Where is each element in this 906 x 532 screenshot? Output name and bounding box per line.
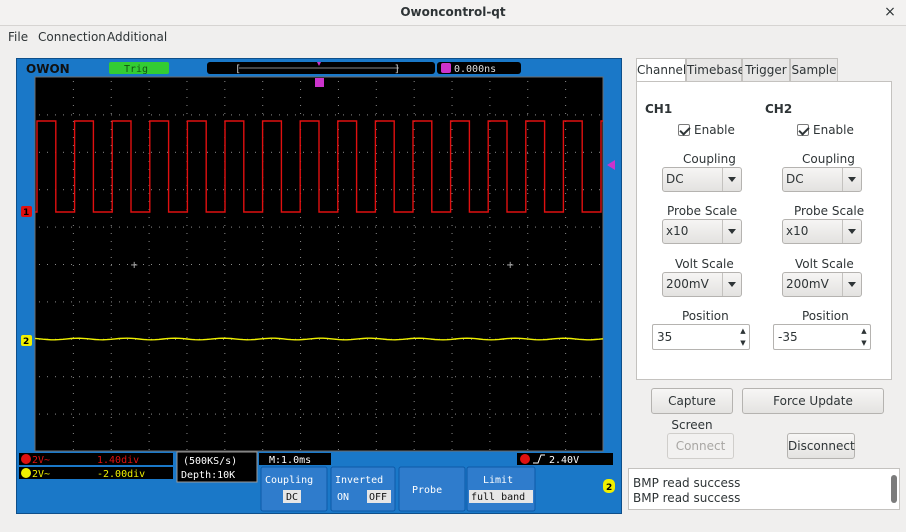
ch2-volt-select[interactable]: 200mV <box>782 272 862 297</box>
oscilloscope-screen: OWON Trig [ ] 0.000ns + + 1 2 2V~ 1.40div… <box>16 58 622 514</box>
depth: Depth:10K <box>181 470 235 481</box>
menu-file[interactable]: File <box>8 30 28 44</box>
softkey-limit-value: full band <box>471 492 525 503</box>
ch1-probe-select[interactable]: x10 <box>662 219 742 244</box>
chevron-down-icon <box>722 220 741 243</box>
spin-up-icon[interactable]: ▲ <box>737 325 749 337</box>
chevron-down-icon <box>722 273 741 296</box>
force-update-button[interactable]: Force Update <box>742 388 884 414</box>
softkey-inverted[interactable] <box>330 466 396 512</box>
ch1-volt-select[interactable]: 200mV <box>662 272 742 297</box>
ch2-probe-value: x10 <box>786 224 809 238</box>
ch2-readout-icon <box>21 468 31 478</box>
tab-channel[interactable]: Channel <box>636 58 686 83</box>
sample-rate: (500KS/s) <box>183 456 237 467</box>
softkey-limit[interactable] <box>466 466 536 512</box>
chevron-down-icon <box>842 168 861 191</box>
ch2-position-spinbox[interactable]: -35 ▲ ▼ <box>773 324 871 350</box>
softkey-limit-label: Limit <box>483 475 513 486</box>
chevron-down-icon <box>722 168 741 191</box>
ch1-volt-label: Volt Scale <box>675 257 734 271</box>
log-scrollbar[interactable] <box>891 475 897 503</box>
ch2-volt-value: 200mV <box>786 277 829 291</box>
softkey-coupling[interactable] <box>260 466 328 512</box>
ch1-coupling-select[interactable]: DC <box>662 167 742 192</box>
ch1-readout-icon <box>21 454 31 464</box>
ch2-position-label: Position <box>802 309 849 323</box>
softkey-coupling-value: DC <box>286 492 298 503</box>
memory-bracket-left: [ <box>235 64 241 75</box>
softkey-coupling-label: Coupling <box>265 475 313 486</box>
ch1-header: CH1 <box>645 102 673 116</box>
log-line: BMP read success <box>633 491 741 505</box>
trig-time-text: 0.000ns <box>454 64 496 75</box>
ch1-offset: 1.40div <box>97 455 139 466</box>
ch1-probe-value: x10 <box>666 224 689 238</box>
softkey-inverted-label: Inverted <box>335 475 383 486</box>
ch1-coupling-label: Coupling <box>683 152 736 166</box>
ch2-coupling-select[interactable]: DC <box>782 167 862 192</box>
svg-text:+: + <box>130 260 138 271</box>
title-bar: Owoncontrol-qt × <box>0 0 906 26</box>
ch1-scale: 2V~ <box>32 455 50 466</box>
trigger-level-marker <box>607 160 615 170</box>
ch2-coupling-label: Coupling <box>802 152 855 166</box>
softkey-probe-label: Probe <box>412 485 442 496</box>
connect-button[interactable]: Connect <box>667 433 734 459</box>
close-icon[interactable]: × <box>882 3 898 21</box>
ch1-position-spinbox[interactable]: 35 ▲ ▼ <box>652 324 750 350</box>
softkey-inverted-on: ON <box>337 492 349 503</box>
log-output[interactable]: BMP read success BMP read success <box>628 468 900 510</box>
ch1-position-label: Position <box>682 309 729 323</box>
spin-down-icon[interactable]: ▼ <box>737 337 749 349</box>
ch2-enable-label: Enable <box>813 123 854 137</box>
ch2-position-value: -35 <box>778 330 798 344</box>
ch1-probe-label: Probe Scale <box>667 204 738 218</box>
ch2-probe-label: Probe Scale <box>794 204 865 218</box>
menu-additional[interactable]: Additional <box>107 30 167 44</box>
svg-text:+: + <box>506 260 514 271</box>
memory-bracket-right: ] <box>394 64 400 75</box>
ch2-scale: 2V~ <box>32 469 50 480</box>
ch1-volt-value: 200mV <box>666 277 709 291</box>
trigger-time-marker <box>315 78 324 87</box>
channel-tab-pane: CH1 Enable Coupling DC Probe Scale x10 V… <box>636 81 892 380</box>
ch1-position-value: 35 <box>657 330 673 344</box>
control-panel: Channel Timebase Trigger Sample CH1 Enab… <box>636 58 892 380</box>
spin-down-icon[interactable]: ▼ <box>858 337 870 349</box>
ch2-coupling-value: DC <box>786 172 804 186</box>
ch2-marker-label: 2 <box>23 337 29 347</box>
ch1-marker-label: 1 <box>23 208 29 218</box>
trig-time-icon <box>441 63 451 73</box>
disconnect-button[interactable]: Disconnect <box>787 433 855 459</box>
ch2-offset: -2.00div <box>97 469 145 480</box>
tab-sample[interactable]: Sample <box>790 58 838 82</box>
trigger-level: 2.40V <box>549 455 579 466</box>
ch1-coupling-value: DC <box>666 172 684 186</box>
tab-timebase[interactable]: Timebase <box>686 58 745 82</box>
ch1-enable-label: Enable <box>694 123 735 137</box>
chevron-down-icon <box>842 273 861 296</box>
window-title: Owoncontrol-qt <box>400 5 506 19</box>
ch2-enable-checkbox[interactable] <box>797 124 809 136</box>
owon-logo-text: OWON <box>26 62 70 76</box>
timebase: M:1.0ms <box>269 455 311 466</box>
tab-trigger[interactable]: Trigger <box>742 58 790 82</box>
log-line: BMP read success <box>633 476 741 490</box>
spin-up-icon[interactable]: ▲ <box>858 325 870 337</box>
ch2-probe-select[interactable]: x10 <box>782 219 862 244</box>
softkey-inverted-off: OFF <box>369 492 387 503</box>
scope-svg: OWON Trig [ ] 0.000ns + + 1 2 2V~ 1.40div… <box>19 62 615 512</box>
ch2-header: CH2 <box>765 102 793 116</box>
ch2-volt-label: Volt Scale <box>795 257 854 271</box>
trig-status-text: Trig <box>124 64 148 75</box>
menu-bar: File Connection Additional <box>0 27 906 47</box>
tab-bar: Channel Timebase Trigger Sample <box>636 58 892 83</box>
chevron-down-icon <box>842 220 861 243</box>
menu-channel-indicator-label: 2 <box>606 483 612 493</box>
capture-screen-button[interactable]: Capture Screen <box>651 388 733 432</box>
trigger-source-icon <box>520 454 530 464</box>
menu-connection[interactable]: Connection <box>38 30 106 44</box>
ch1-enable-checkbox[interactable] <box>678 124 690 136</box>
